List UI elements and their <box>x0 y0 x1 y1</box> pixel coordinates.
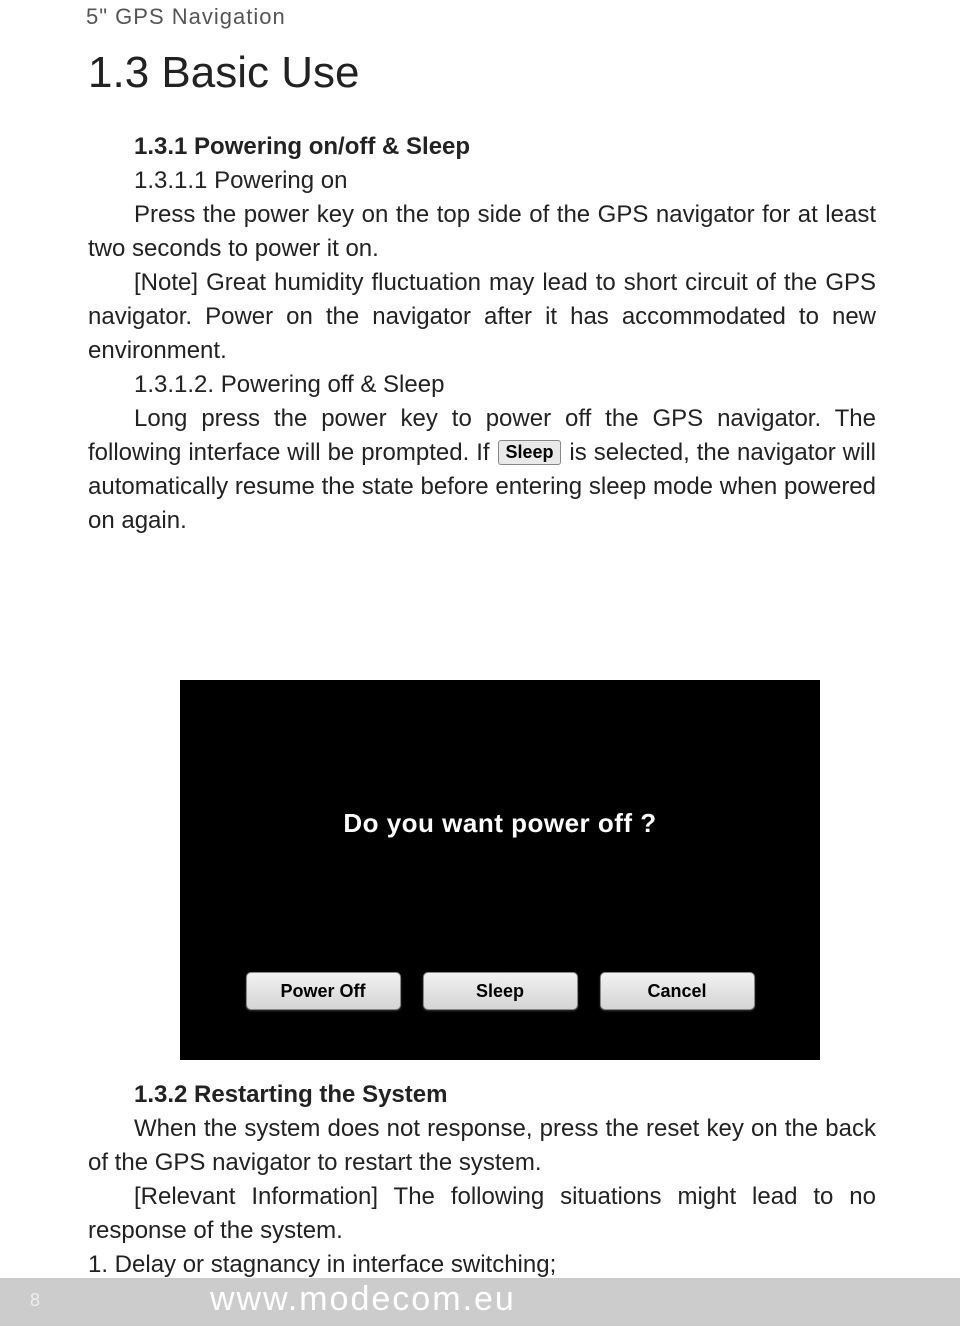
footer-url: www.modecom.eu <box>210 1280 516 1319</box>
dialog-prompt-text: Do you want power off ? <box>180 808 820 839</box>
cancel-button[interactable]: Cancel <box>600 972 755 1010</box>
para-relevant: [Relevant Information] The following sit… <box>88 1183 876 1244</box>
dialog-button-row: Power Off Sleep Cancel <box>180 972 820 1010</box>
power-off-button[interactable]: Power Off <box>246 972 401 1010</box>
heading-1-3-1-1: 1.3.1.1 Powering on <box>88 164 876 198</box>
poweroff-dialog-screenshot: Do you want power off ? Power Off Sleep … <box>180 680 820 1060</box>
heading-1-3-1-2: 1.3.1.2. Powering off & Sleep <box>88 368 876 402</box>
para-1311: Press the power key on the top side of t… <box>88 201 876 262</box>
page-number: 8 <box>30 1290 41 1311</box>
heading-1-3-2: 1.3.2 Restarting the System <box>88 1078 876 1112</box>
para-132: When the system does not response, press… <box>88 1115 876 1176</box>
inline-sleep-button: Sleep <box>498 440 560 465</box>
footer-bar: 8 www.modecom.eu <box>0 1278 960 1326</box>
body-text: 1.3.1 Powering on/off & Sleep 1.3.1.1 Po… <box>88 130 876 538</box>
header-product-title: 5" GPS Navigation <box>86 4 286 30</box>
section-heading: 1.3 Basic Use <box>88 48 359 98</box>
para-note: [Note] Great humidity fluctuation may le… <box>88 269 876 364</box>
sleep-button[interactable]: Sleep <box>423 972 578 1010</box>
list-item-1: 1. Delay or stagnancy in interface switc… <box>88 1248 876 1282</box>
heading-1-3-1: 1.3.1 Powering on/off & Sleep <box>88 130 876 164</box>
